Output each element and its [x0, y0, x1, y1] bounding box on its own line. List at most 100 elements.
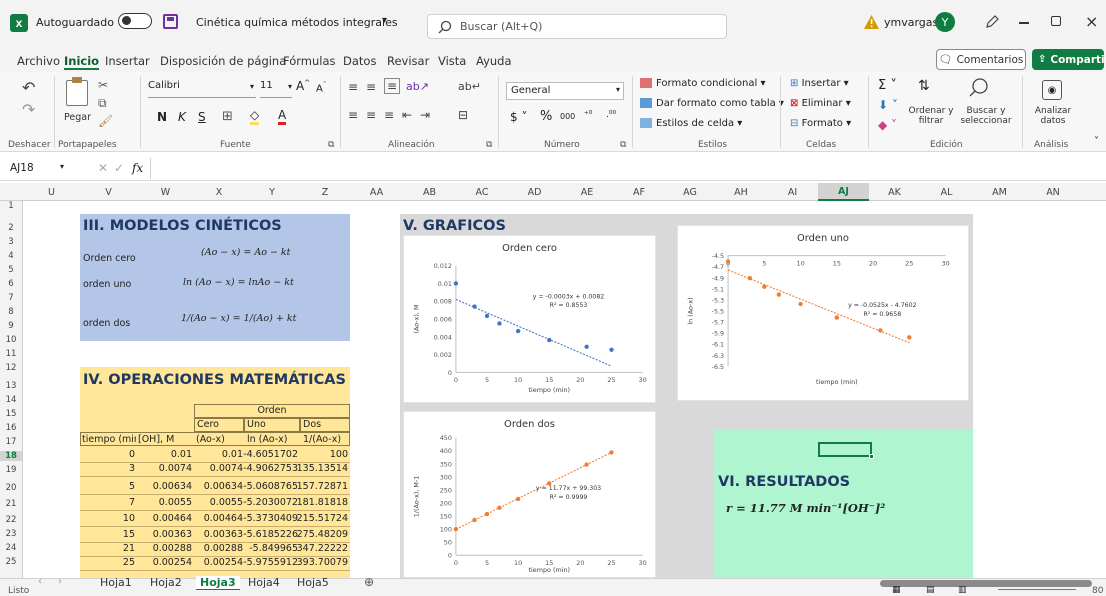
borders-icon[interactable]: ⊞ — [222, 109, 233, 124]
decrease-decimal-icon[interactable]: .⁰⁰ — [606, 110, 616, 120]
close-icon[interactable]: × — [1085, 12, 1098, 31]
orientation-icon[interactable]: ab↗ — [406, 80, 429, 93]
wrap-text-icon[interactable]: ab↵ — [458, 80, 481, 93]
column-header-AD[interactable]: AD — [508, 183, 561, 201]
row-header[interactable]: 19 — [0, 465, 22, 475]
row-header[interactable]: 17 — [0, 437, 22, 447]
column-header-AH[interactable]: AH — [715, 183, 767, 201]
column-header-AG[interactable]: AG — [665, 183, 715, 201]
font-size-select[interactable]: 11 ▾ — [260, 80, 292, 98]
add-sheet-icon[interactable]: ⊕ — [364, 575, 374, 589]
row-header[interactable]: 14 — [0, 395, 22, 405]
align-left-icon[interactable]: ≡ — [348, 108, 358, 122]
redo-icon[interactable]: ↷ — [22, 100, 35, 119]
analyze-data-label[interactable]: Analizar datos — [1030, 106, 1076, 126]
cancel-icon[interactable]: ✕ — [98, 161, 108, 175]
tab-disposicion[interactable]: Disposición de página — [160, 54, 286, 68]
page-break-icon[interactable]: ▥ — [958, 585, 967, 595]
column-header-AM[interactable]: AM — [973, 183, 1026, 201]
column-header-Y[interactable]: Y — [244, 183, 300, 201]
column-header-AJ[interactable]: AJ — [818, 183, 869, 201]
sheet-grid[interactable]: III. MODELOS CINÉTICOS Orden cero (Ao − … — [23, 201, 1106, 578]
cell-styles-button[interactable]: Estilos de celda ▾ — [640, 118, 742, 129]
name-box[interactable]: AJ18 ▾ — [6, 160, 66, 178]
underline-icon[interactable]: S — [198, 110, 206, 124]
number-launcher-icon[interactable]: ⧉ — [620, 140, 626, 150]
row-header[interactable]: 23 — [0, 529, 22, 539]
row-header[interactable]: 12 — [0, 363, 22, 373]
align-center-icon[interactable]: ≡ — [366, 108, 376, 122]
document-title[interactable]: Cinética química métodos integrales — [196, 16, 398, 29]
sort-filter-label[interactable]: Ordenar y filtrar — [908, 106, 954, 126]
chart-orden-uno[interactable]: Orden uno051015202530-4.5-4.7-4.9-5.1-5.… — [677, 225, 969, 401]
next-sheet-icon[interactable]: › — [58, 576, 62, 587]
column-header-Z[interactable]: Z — [300, 183, 350, 201]
column-header-V[interactable]: V — [80, 183, 137, 201]
row-header[interactable]: 16 — [0, 423, 22, 433]
row-header[interactable]: 15 — [0, 409, 22, 419]
find-label[interactable]: Buscar y seleccionar — [956, 106, 1016, 126]
column-header-AC[interactable]: AC — [456, 183, 508, 201]
tab-hoja4[interactable]: Hoja4 — [248, 576, 280, 589]
italic-icon[interactable]: K — [178, 110, 186, 124]
tab-archivo[interactable]: Archivo — [17, 54, 60, 68]
column-header-AE[interactable]: AE — [561, 183, 613, 201]
page-layout-icon[interactable]: ▤ — [926, 585, 935, 595]
row-header[interactable]: 21 — [0, 499, 22, 509]
tab-hoja1[interactable]: Hoja1 — [100, 576, 132, 589]
user-name[interactable]: ymvargas — [884, 16, 938, 29]
currency-icon[interactable]: $ ˅ — [510, 110, 527, 124]
format-painter-icon[interactable]: 🖌 — [98, 114, 113, 128]
percent-icon[interactable]: % — [540, 109, 552, 124]
tab-formulas[interactable]: Fórmulas — [283, 54, 336, 68]
number-format-select[interactable]: General ▾ — [506, 82, 624, 100]
tab-inicio[interactable]: Inicio — [64, 54, 100, 70]
column-header-AN[interactable]: AN — [1026, 183, 1080, 201]
align-right-icon[interactable]: ≡ — [384, 108, 394, 122]
insert-function-icon[interactable]: fx — [132, 161, 143, 175]
comments-button[interactable]: 🗨 Comentarios — [936, 49, 1026, 70]
column-header-AF[interactable]: AF — [613, 183, 665, 201]
fill-icon[interactable]: ⬇ ˅ — [878, 98, 898, 112]
column-header-X[interactable]: X — [194, 183, 244, 201]
autosave-toggle[interactable] — [118, 13, 152, 29]
row-header[interactable]: 8 — [0, 307, 22, 317]
row-header[interactable]: 6 — [0, 279, 22, 289]
row-header[interactable]: 5 — [0, 265, 22, 275]
decrease-font-icon[interactable]: Aˇ — [316, 81, 326, 94]
prev-sheet-icon[interactable]: ‹ — [38, 576, 42, 587]
align-top-icon[interactable]: ≡ — [348, 80, 358, 94]
fill-color-icon[interactable]: ◇ — [250, 108, 260, 125]
restore-icon[interactable] — [1051, 16, 1061, 26]
row-header[interactable]: 7 — [0, 293, 22, 303]
delete-cells-button[interactable]: ⊠ Eliminar ▾ — [790, 98, 851, 109]
row-header[interactable]: 25 — [0, 557, 22, 567]
zoom-slider[interactable] — [998, 589, 1076, 590]
align-middle-icon[interactable]: ≡ — [366, 80, 376, 94]
tab-hoja5[interactable]: Hoja5 — [297, 576, 329, 589]
merge-icon[interactable]: ⊟ — [458, 108, 468, 122]
tab-insertar[interactable]: Insertar — [105, 54, 150, 68]
ribbon-collapse-icon[interactable]: ˅ — [1094, 136, 1099, 147]
row-header[interactable]: 24 — [0, 543, 22, 553]
column-header-AL[interactable]: AL — [920, 183, 973, 201]
row-header[interactable]: 4 — [0, 251, 22, 261]
font-name-select[interactable]: Calibri ▾ — [148, 80, 256, 98]
insert-cells-button[interactable]: ⊞ Insertar ▾ — [790, 78, 849, 89]
undo-icon[interactable]: ↶ — [22, 78, 35, 97]
chart-orden-cero[interactable]: Orden cero 0 5 10 15 20 25 30 0 0.002 0.004 0.006 0.… — [403, 235, 656, 403]
row-header[interactable]: 11 — [0, 349, 22, 359]
row-header[interactable]: 13 — [0, 381, 22, 391]
table-format-button[interactable]: Dar formato como tabla ▾ — [640, 98, 784, 109]
tab-vista[interactable]: Vista — [438, 54, 466, 68]
copy-icon[interactable]: ⧉ — [98, 96, 107, 111]
confirm-icon[interactable]: ✓ — [114, 161, 124, 175]
column-header-AB[interactable]: AB — [403, 183, 456, 201]
increase-indent-icon[interactable]: ⇥ — [420, 108, 430, 122]
chart-orden-dos[interactable]: Orden dos0 5 10 15 20 25 300501001502002503003… — [403, 411, 656, 578]
sort-filter-icon[interactable]: ⇅ — [918, 78, 930, 94]
column-header-AK[interactable]: AK — [869, 183, 920, 201]
paste-label[interactable]: Pegar — [64, 112, 91, 123]
row-header[interactable]: 9 — [0, 321, 22, 331]
decrease-indent-icon[interactable]: ⇤ — [402, 108, 412, 122]
